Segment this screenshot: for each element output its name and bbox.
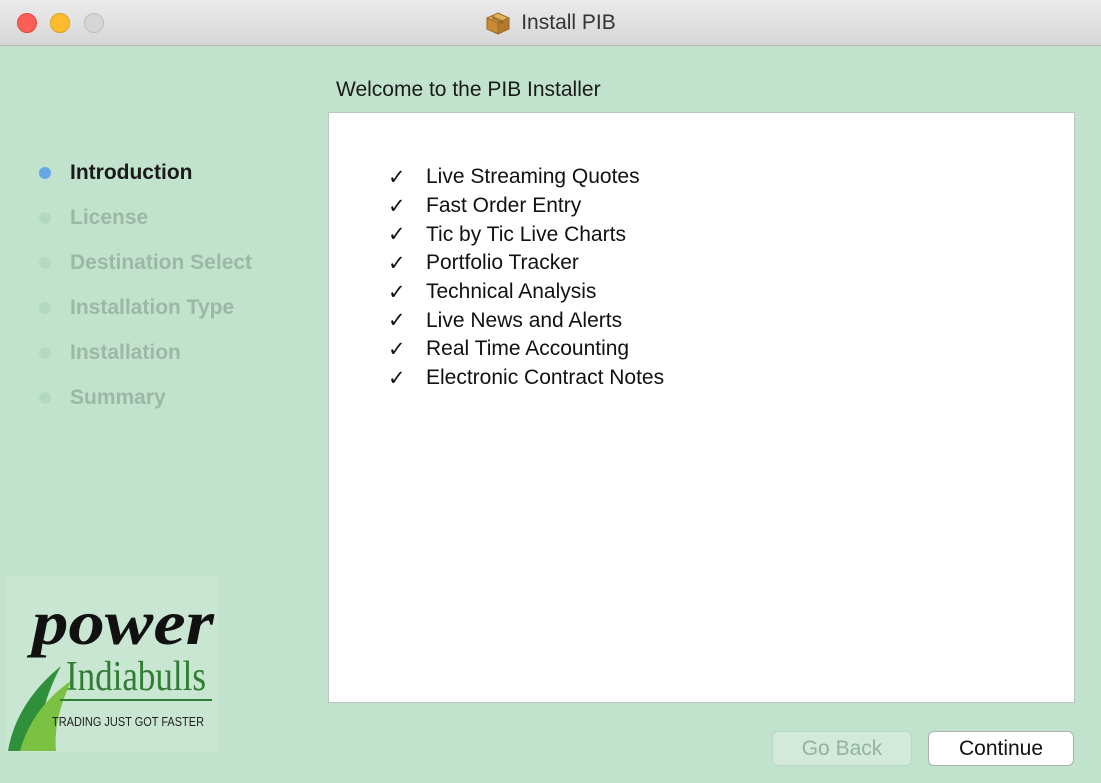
feature-item: ✓ Technical Analysis (388, 278, 664, 307)
power-indiabulls-logo: power Indiabulls TRADING JUST GOT FASTER (6, 576, 218, 752)
step-label: License (70, 205, 149, 229)
checkmark-icon: ✓ (388, 251, 406, 275)
feature-label: Live Streaming Quotes (426, 165, 640, 189)
feature-item: ✓ Live Streaming Quotes (388, 163, 664, 192)
checkmark-icon: ✓ (388, 366, 406, 390)
logo-tagline: TRADING JUST GOT FASTER (52, 714, 204, 729)
window-title-group: Install PIB (0, 0, 1101, 46)
package-icon (485, 11, 511, 35)
step-indicator-dot (39, 166, 51, 179)
feature-label: Real Time Accounting (426, 337, 630, 361)
checkmark-icon: ✓ (388, 309, 406, 333)
feature-item: ✓ Live News and Alerts (388, 306, 664, 335)
continue-button[interactable]: Continue (928, 731, 1074, 766)
step-destination-select: Destination Select (0, 240, 320, 285)
title-bar[interactable]: Install PIB (0, 0, 1101, 46)
installer-steps-sidebar: Introduction License Destination Select … (0, 150, 320, 420)
feature-item: ✓ Portfolio Tracker (388, 249, 664, 278)
feature-label: Live News and Alerts (426, 308, 623, 332)
installer-window: Install PIB Welcome to the PIB Installer… (0, 0, 1101, 783)
step-label: Introduction (70, 160, 193, 184)
feature-label: Technical Analysis (426, 280, 597, 304)
step-summary: Summary (0, 375, 320, 420)
feature-item: ✓ Fast Order Entry (388, 192, 664, 221)
step-label: Destination Select (70, 250, 253, 274)
step-indicator-dot (39, 346, 51, 359)
logo-word: power (26, 587, 215, 658)
go-back-button[interactable]: Go Back (772, 731, 912, 766)
step-license: License (0, 195, 320, 240)
feature-item: ✓ Electronic Contract Notes (388, 364, 664, 393)
feature-item: ✓ Tic by Tic Live Charts (388, 220, 664, 249)
checkmark-icon: ✓ (388, 194, 406, 218)
step-label: Installation Type (70, 295, 235, 319)
step-indicator-dot (39, 301, 51, 314)
page-heading: Welcome to the PIB Installer (336, 78, 601, 101)
feature-label: Tic by Tic Live Charts (426, 222, 626, 246)
feature-label: Portfolio Tracker (426, 251, 579, 275)
step-label: Installation (70, 340, 181, 364)
step-indicator-dot (39, 211, 51, 224)
step-label: Summary (70, 385, 166, 409)
feature-label: Electronic Contract Notes (426, 366, 665, 390)
checkmark-icon: ✓ (388, 165, 406, 189)
window-title: Install PIB (521, 11, 616, 34)
step-indicator-dot (39, 256, 51, 269)
feature-label: Fast Order Entry (426, 194, 582, 218)
introduction-content-panel[interactable]: ✓ Live Streaming Quotes ✓ Fast Order Ent… (328, 112, 1075, 703)
step-installation-type: Installation Type (0, 285, 320, 330)
checkmark-icon: ✓ (388, 337, 406, 361)
step-installation: Installation (0, 330, 320, 375)
feature-list: ✓ Live Streaming Quotes ✓ Fast Order Ent… (388, 163, 664, 393)
checkmark-icon: ✓ (388, 223, 406, 247)
step-introduction: Introduction (0, 150, 320, 195)
step-indicator-dot (39, 391, 51, 404)
checkmark-icon: ✓ (388, 280, 406, 304)
feature-item: ✓ Real Time Accounting (388, 335, 664, 364)
logo-brand: Indiabulls (66, 654, 206, 700)
